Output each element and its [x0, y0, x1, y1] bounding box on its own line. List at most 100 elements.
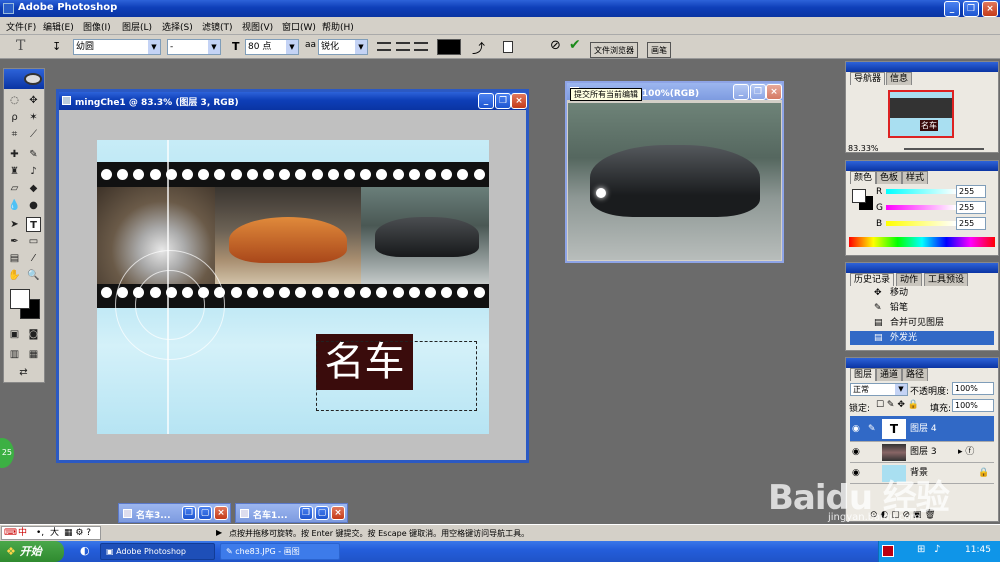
tab-channels[interactable]: 通道	[876, 368, 903, 381]
opacity-field[interactable]: 100%	[952, 382, 994, 395]
quickmask-mode-icon[interactable]: ◙	[26, 327, 41, 342]
hand-tool-icon[interactable]: ✋	[7, 268, 22, 283]
document-window-mingche1[interactable]: mingChe1 @ 83.3% (图层 3, RGB) _ ❐ × 名车	[56, 89, 529, 463]
brush-tool-icon[interactable]: ✎	[26, 147, 41, 162]
layer-row[interactable]: ◉ 图层 3 ▸ ⓕ	[850, 442, 994, 463]
document-title-bar[interactable]: mingChe1 @ 83.3% (图层 3, RGB) _ ❐ ×	[59, 92, 527, 110]
doc-close-button[interactable]: ×	[511, 93, 527, 109]
move-tool-icon[interactable]: ✥	[26, 93, 41, 108]
standard-mode-icon[interactable]: ▣	[7, 327, 22, 342]
pen-tool-icon[interactable]: ✒	[7, 234, 22, 249]
tab-history[interactable]: 历史记录	[850, 273, 895, 286]
channel-r-value[interactable]: 255	[956, 185, 986, 198]
commit-edit-icon[interactable]: ✔	[569, 37, 581, 53]
history-item-selected[interactable]: ▤ 外发光	[850, 331, 994, 345]
tab-file-browser[interactable]: 文件浏览器	[590, 42, 638, 58]
canvas-image[interactable]: 名车	[97, 140, 489, 434]
cancel-edit-icon[interactable]: ⊘	[550, 38, 561, 53]
channel-b-slider[interactable]	[886, 221, 956, 226]
align-left-icon[interactable]	[377, 42, 391, 51]
layer-row-selected[interactable]: ◉ ✎ T 图层 4	[850, 416, 994, 442]
zoom-slider[interactable]	[904, 148, 984, 150]
foreground-color-swatch[interactable]	[10, 289, 30, 309]
antialias-select[interactable]: 锐化 ▼	[318, 39, 368, 55]
layer-row[interactable]: ◉ 背景 🔒	[850, 463, 994, 484]
palettes-toggle-icon[interactable]	[503, 41, 513, 53]
menu-edit[interactable]: 编辑(E)	[43, 20, 74, 33]
notes-tool-icon[interactable]: ▤	[7, 251, 22, 266]
minimize-button[interactable]: _	[944, 1, 960, 17]
dodge-tool-icon[interactable]: ●	[26, 198, 41, 213]
menu-filter[interactable]: 滤镜(T)	[202, 20, 233, 33]
eye-icon[interactable]: ◉	[852, 442, 860, 463]
tab-actions[interactable]: 动作	[896, 273, 923, 286]
zoom-tool-icon[interactable]: 🔍	[26, 268, 41, 283]
channel-r-slider[interactable]	[886, 189, 956, 194]
blur-tool-icon[interactable]: 💧	[7, 198, 22, 213]
navigator-thumbnail[interactable]: 名车	[888, 90, 954, 138]
tab-layers[interactable]: 图层	[850, 368, 877, 381]
tab-tool-presets[interactable]: 工具预设	[924, 273, 969, 286]
align-right-icon[interactable]	[414, 42, 428, 51]
ime-toolbar[interactable]: ⌨ 中 •, 大 ▦ ⚙ ?	[1, 526, 101, 540]
eyedropper-tool-icon[interactable]: ⁄	[26, 251, 41, 266]
tab-swatches[interactable]: 色板	[876, 171, 903, 184]
doc-maximize-button[interactable]: ❐	[495, 93, 511, 109]
menu-help[interactable]: 帮助(H)	[322, 20, 354, 33]
fullscreen-mode-icon[interactable]: ▦	[26, 347, 41, 362]
channel-g-value[interactable]: 255	[956, 201, 986, 214]
doc2-minimize-button[interactable]: _	[733, 84, 749, 100]
history-brush-icon[interactable]: ♪	[26, 164, 41, 179]
color-fg-swatch[interactable]	[852, 189, 866, 203]
eraser-tool-icon[interactable]: ▱	[7, 181, 22, 196]
tab-info[interactable]: 信息	[886, 72, 913, 85]
menu-window[interactable]: 窗口(W)	[282, 20, 316, 33]
type-tool-preset-icon[interactable]: T	[16, 38, 25, 54]
minimized-window-1[interactable]: 名车3... ❐ ▢ ×	[118, 503, 231, 523]
screen-mode-icon[interactable]: ▥	[7, 347, 22, 362]
font-size-select[interactable]: 80 点 ▼	[245, 39, 299, 55]
document-window-mingche2[interactable]: 名车2.jpg @ 100%(RGB) _ ❐ ×	[565, 81, 784, 263]
minimized-window-2[interactable]: 名车1... ❐ ▢ ×	[235, 503, 348, 523]
orientation-toggle-icon[interactable]: ↧	[52, 40, 61, 53]
menu-select[interactable]: 选择(S)	[162, 20, 193, 33]
lock-icons[interactable]: ☐ ✎ ✥ 🔒	[876, 400, 919, 410]
menu-layer[interactable]: 图层(L)	[122, 20, 152, 33]
shape-tool-icon[interactable]: ▭	[26, 234, 41, 249]
marquee-tool-icon[interactable]: ◌	[7, 93, 22, 108]
text-color-swatch[interactable]	[437, 39, 461, 55]
path-select-icon[interactable]: ➤	[7, 217, 22, 232]
tab-navigator[interactable]: 导航器	[850, 72, 886, 85]
tab-color[interactable]: 颜色	[850, 171, 877, 184]
channel-b-value[interactable]: 255	[956, 217, 986, 230]
start-button[interactable]: ❖ 开始	[0, 541, 64, 562]
doc2-close-button[interactable]: ×	[766, 84, 782, 100]
mini-maximize-button[interactable]: ▢	[198, 506, 212, 520]
tab-styles[interactable]: 样式	[902, 171, 929, 184]
menu-file[interactable]: 文件(F)	[6, 20, 36, 33]
fill-field[interactable]: 100%	[952, 399, 994, 412]
type-tool-icon[interactable]: T	[26, 217, 41, 232]
transform-bounding-box[interactable]	[316, 341, 477, 411]
bucket-tool-icon[interactable]: ◆	[26, 181, 41, 196]
taskbar-task-paint[interactable]: ✎ che83.JPG - 画图	[220, 543, 340, 560]
font-style-select[interactable]: - ▼	[167, 39, 221, 55]
crop-tool-icon[interactable]: ⌗	[7, 127, 22, 142]
tab-paths[interactable]: 路径	[902, 368, 929, 381]
close-button[interactable]: ×	[982, 1, 998, 17]
font-family-select[interactable]: 幼圆 ▼	[73, 39, 161, 55]
lasso-tool-icon[interactable]: ρ	[7, 110, 22, 125]
eye-icon[interactable]: ◉	[852, 416, 860, 442]
car-image-black[interactable]	[568, 103, 781, 260]
mini-close-button[interactable]: ×	[214, 506, 228, 520]
jump-to-imageready-icon[interactable]: ⇄	[16, 365, 31, 380]
doc2-maximize-button[interactable]: ❐	[750, 84, 766, 100]
history-item[interactable]: ✥ 移动	[850, 286, 994, 300]
menu-image[interactable]: 图像(I)	[83, 20, 111, 33]
taskbar-task-photoshop[interactable]: ▣ Adobe Photoshop	[100, 543, 215, 560]
blend-mode-select[interactable]: 正常 ▼	[850, 383, 908, 396]
tab-brushes[interactable]: 画笔	[647, 42, 671, 58]
mini-restore-button[interactable]: ❐	[182, 506, 196, 520]
eye-icon[interactable]: ◉	[852, 463, 860, 484]
tray-volume-icon[interactable]: ♪	[934, 544, 940, 555]
